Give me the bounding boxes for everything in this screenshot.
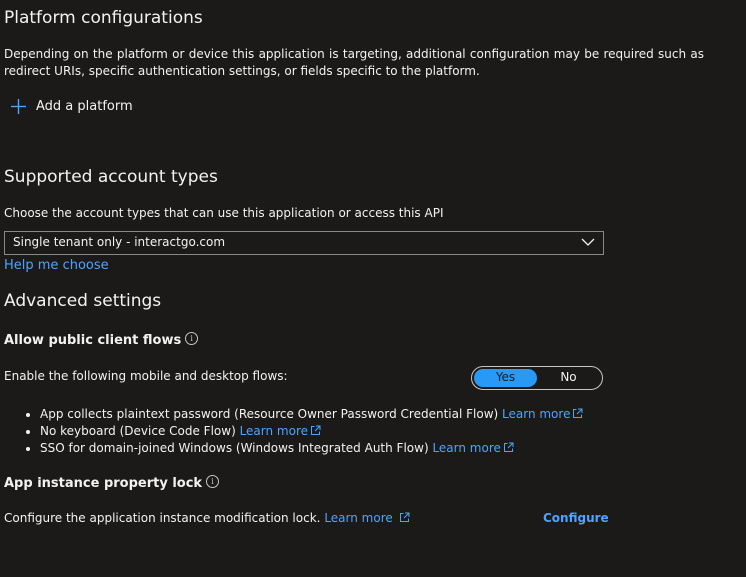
public-client-flows-text: Allow public client flows [4, 333, 182, 348]
flow-text: App collects plaintext password (Resourc… [40, 407, 499, 421]
flows-prompt: Enable the following mobile and desktop … [4, 369, 288, 383]
learn-more-link[interactable]: Learn more [502, 407, 583, 421]
list-item: No keyboard (Device Code Flow) Learn mor… [40, 423, 583, 440]
account-type-dropdown[interactable]: Single tenant only - interactgo.com [4, 231, 604, 255]
toggle-yes-option[interactable]: Yes [474, 369, 537, 387]
info-icon[interactable]: i [185, 332, 199, 345]
account-types-prompt: Choose the account types that can use th… [4, 206, 444, 220]
external-link-icon [311, 425, 321, 435]
external-link-icon [503, 442, 514, 452]
property-lock-desc-text: Configure the application instance modif… [4, 511, 321, 525]
chevron-down-icon [581, 238, 595, 246]
supported-account-types-heading: Supported account types [4, 167, 218, 187]
configure-button[interactable]: Configure [543, 511, 609, 525]
platform-configurations-heading: Platform configurations [4, 8, 203, 28]
advanced-settings-heading: Advanced settings [4, 291, 162, 311]
public-client-toggle[interactable]: Yes No [471, 366, 603, 390]
flow-text: No keyboard (Device Code Flow) [40, 424, 236, 438]
list-item: SSO for domain-joined Windows (Windows I… [40, 440, 583, 457]
external-link-icon [573, 408, 583, 418]
learn-more-link[interactable]: Learn more [432, 441, 514, 455]
flow-text: SSO for domain-joined Windows (Windows I… [40, 441, 429, 455]
toggle-no-option[interactable]: No [537, 369, 600, 387]
public-client-flows-label: Allow public client flows i [4, 332, 199, 348]
platform-description: Depending on the platform or device this… [4, 47, 704, 78]
external-link-icon [399, 512, 410, 522]
list-item: App collects plaintext password (Resourc… [40, 406, 583, 423]
flows-list: App collects plaintext password (Resourc… [0, 406, 583, 457]
property-lock-text: App instance property lock [4, 476, 203, 491]
add-platform-label: Add a platform [36, 99, 133, 114]
add-platform-button[interactable]: Add a platform [10, 98, 133, 115]
learn-more-link[interactable]: Learn more [240, 424, 321, 438]
account-type-selected: Single tenant only - interactgo.com [13, 235, 226, 249]
plus-icon [11, 99, 26, 114]
info-icon[interactable]: i [206, 475, 220, 488]
property-lock-description: Configure the application instance modif… [4, 511, 410, 525]
flows-list-container: App collects plaintext password (Resourc… [0, 406, 583, 457]
help-me-choose-link[interactable]: Help me choose [4, 258, 109, 273]
learn-more-link[interactable]: Learn more [324, 511, 410, 525]
property-lock-label: App instance property lock i [4, 475, 220, 491]
